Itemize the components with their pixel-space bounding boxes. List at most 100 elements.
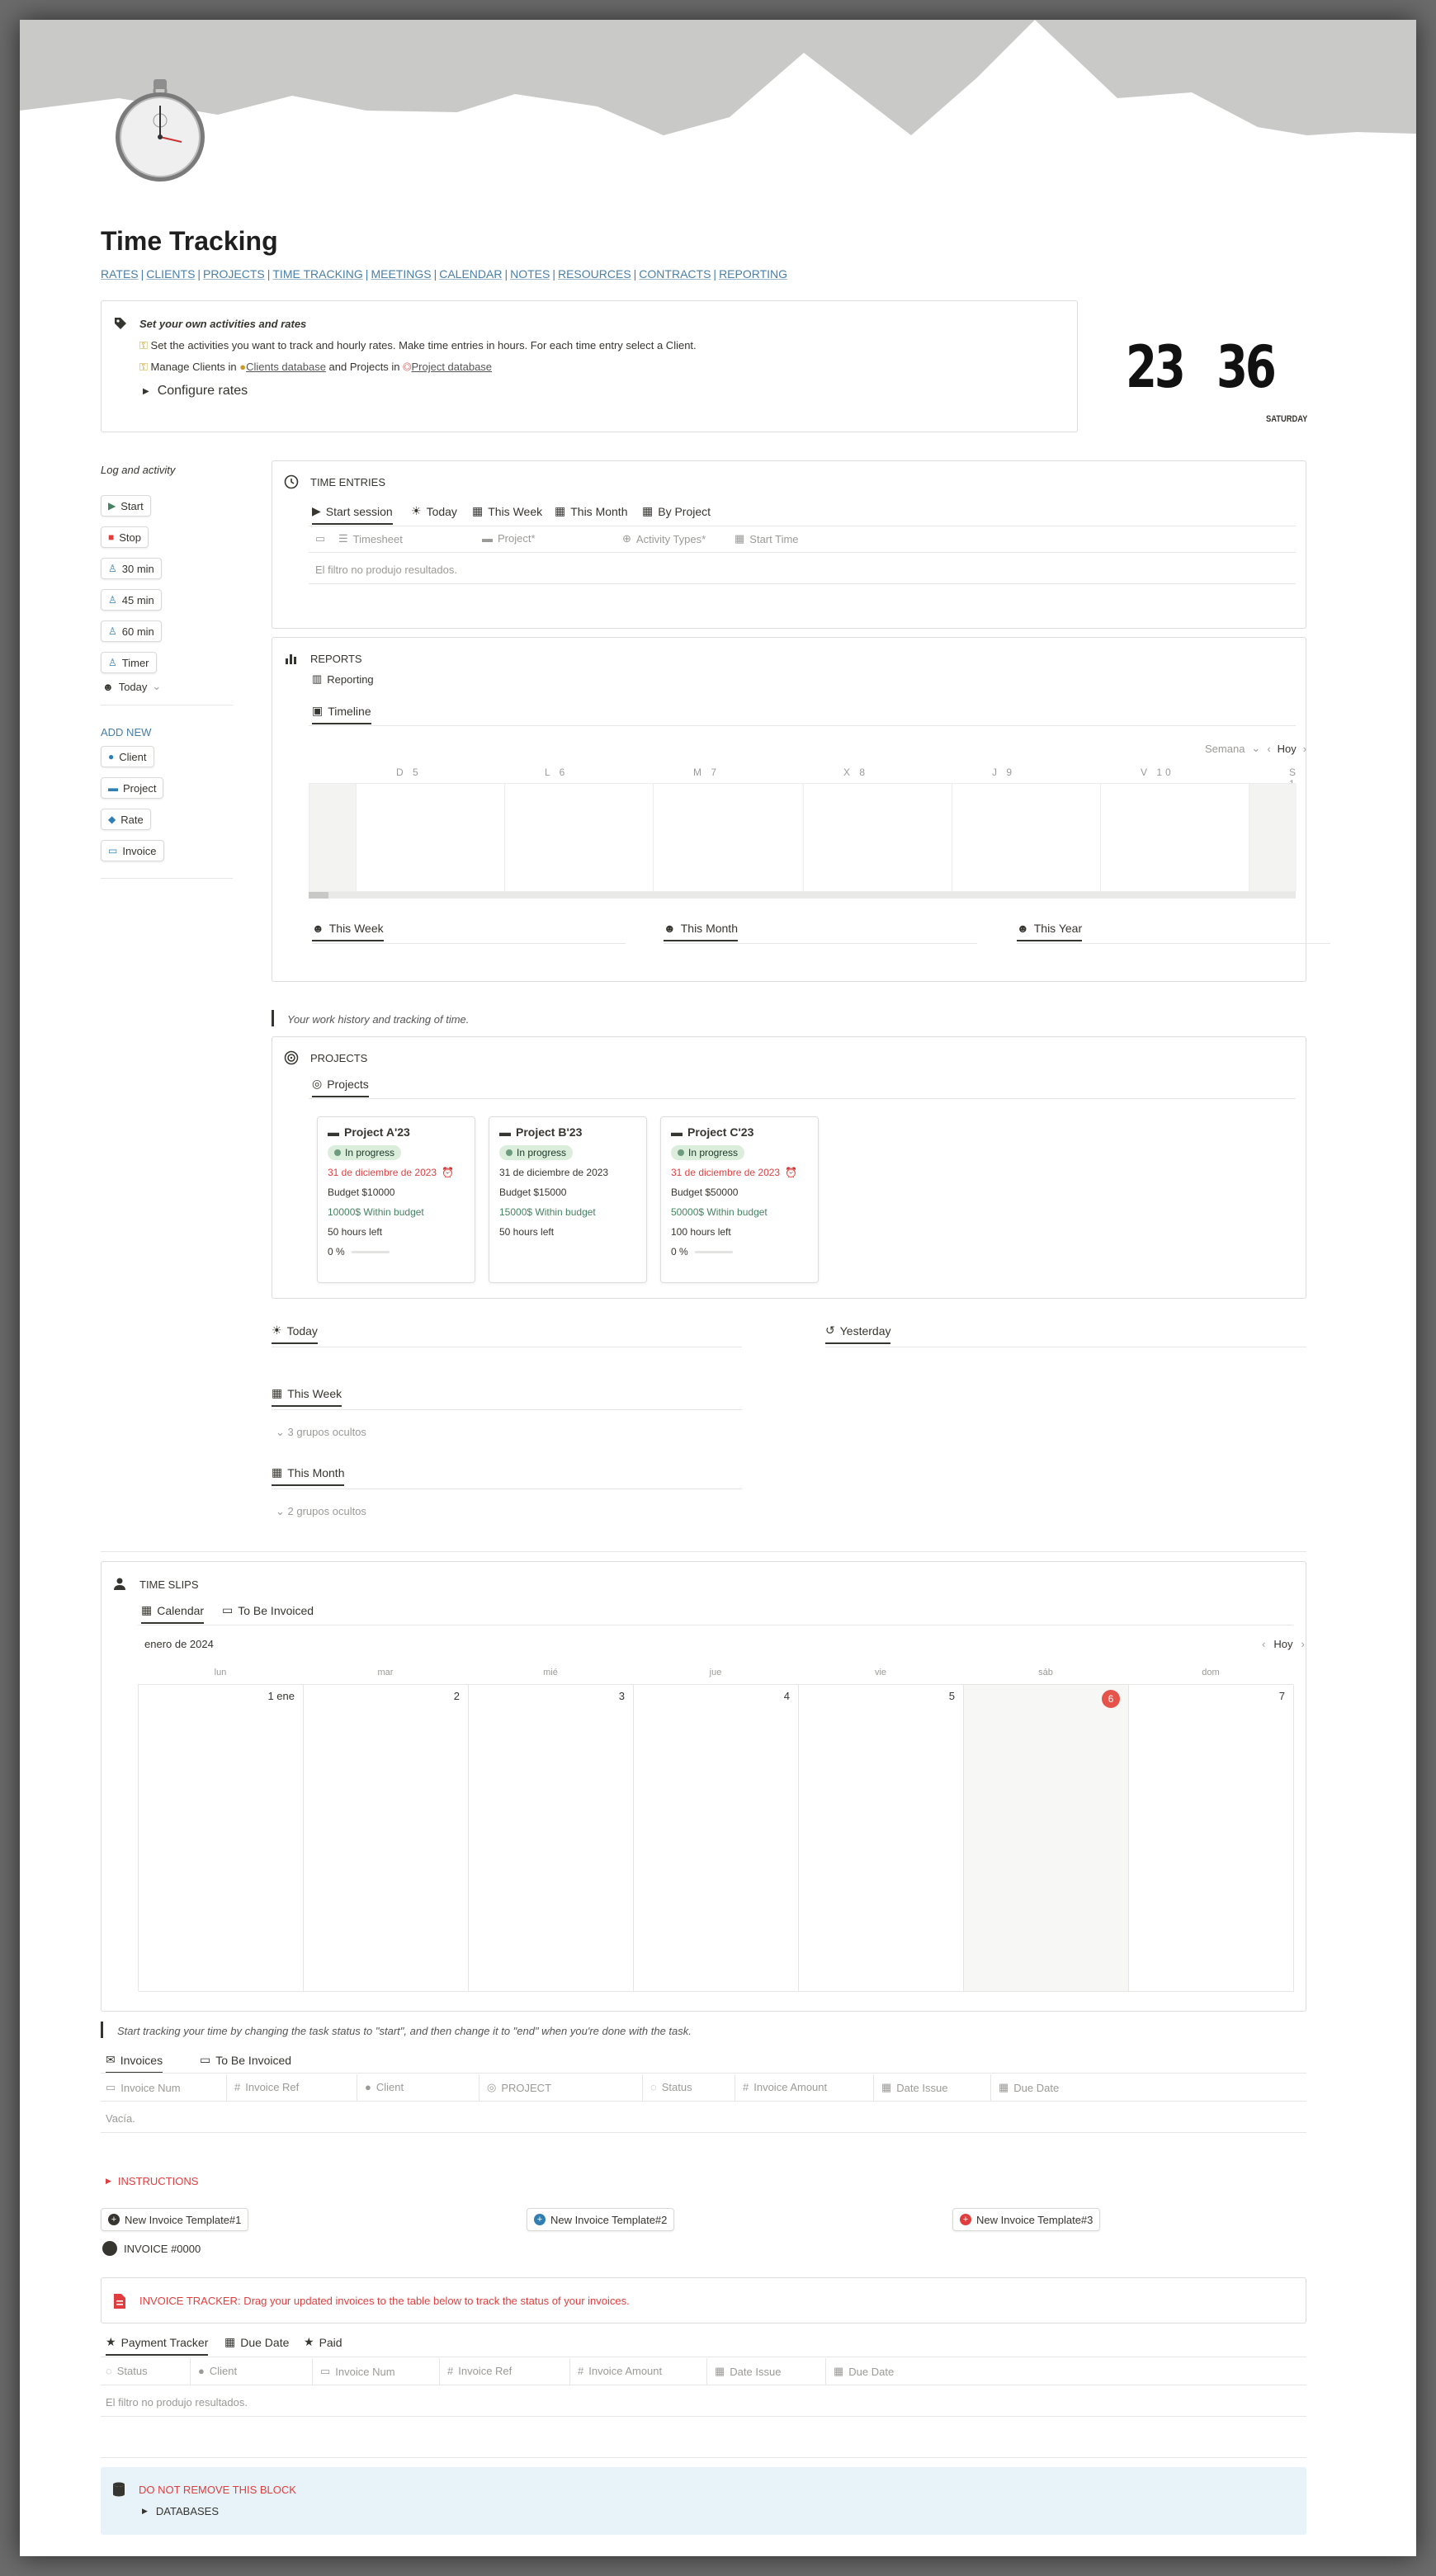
databases-toggle[interactable]: ▶ DATABASES (142, 2505, 219, 2517)
invoice-item[interactable]: INVOICE #0000 (102, 2241, 201, 2256)
chevron-right-icon[interactable]: › (1301, 1638, 1304, 1650)
log-button-30-min[interactable]: ♙ 30 min (101, 558, 162, 579)
column-client[interactable]: ● Client (198, 2365, 237, 2377)
column-invoice-ref[interactable]: # Invoice Ref (234, 2081, 299, 2093)
tab-this-month[interactable]: ▦ This Month (555, 504, 627, 523)
instructions-toggle[interactable]: ▶ INSTRUCTIONS (106, 2175, 198, 2187)
calendar-day-cell[interactable]: 6 (964, 1685, 1129, 1992)
group-this-month[interactable]: ▦ This Month (272, 1465, 345, 1486)
chevron-left-icon[interactable]: ‹ (1267, 743, 1270, 755)
summary-tab-this-year[interactable]: ☻ This Year (1017, 922, 1083, 941)
add-project-button[interactable]: ▬ Project (101, 777, 164, 799)
project-database-link[interactable]: Project database (411, 361, 492, 373)
log-button-60-min[interactable]: ♙ 60 min (101, 620, 162, 642)
tracker-body: Drag your updated invoices to the table … (243, 2295, 630, 2307)
nav-link-clients[interactable]: CLIENTS (146, 267, 195, 281)
log-button-stop[interactable]: ■ Stop (101, 526, 149, 548)
nav-link-calendar[interactable]: CALENDAR (439, 267, 502, 281)
chevron-left-icon[interactable]: ‹ (1262, 1638, 1265, 1650)
add-invoice-button[interactable]: ▭ Invoice (101, 840, 164, 861)
summary-tab-this-month[interactable]: ☻ This Month (664, 922, 738, 941)
tab-start-session[interactable]: ▶ Start session (312, 504, 393, 525)
column-date-issue[interactable]: ▦ Date Issue (715, 2365, 781, 2378)
tab-payment-tracker[interactable]: ★ Payment Tracker (106, 2335, 209, 2356)
tab-paid[interactable]: ★ Paid (304, 2335, 342, 2354)
column-date-issue[interactable]: ▦ Date Issue (881, 2081, 947, 2094)
calendar-day-cell[interactable]: 1 ene (139, 1685, 304, 1992)
column-invoice-num[interactable]: ▭ Invoice Num (106, 2081, 181, 2094)
group-yesterday[interactable]: ↺ Yesterday (825, 1323, 891, 1344)
reporting-link[interactable]: ▥ Reporting (312, 672, 374, 686)
group-today[interactable]: ☀ Today (272, 1323, 318, 1344)
group-this-week[interactable]: ▦ This Week (272, 1386, 342, 1407)
calendar-today-button[interactable]: Hoy (1273, 1638, 1292, 1650)
calendar-day-cell[interactable]: 2 (304, 1685, 469, 1992)
project-card[interactable]: ▬ Project A'23 In progress 31 de diciembre … (317, 1116, 475, 1283)
log-button-45-min[interactable]: ♙ 45 min (101, 589, 162, 611)
column-label: Invoice Ref (245, 2081, 300, 2093)
column-due-date[interactable]: ▦ Due Date (999, 2081, 1059, 2094)
nav-link-time-tracking[interactable]: TIME TRACKING (272, 267, 362, 281)
column-invoice-ref[interactable]: # Invoice Ref (447, 2365, 512, 2377)
tab-by-project[interactable]: ▦ By Project (642, 504, 711, 523)
nav-link-reporting[interactable]: REPORTING (719, 267, 787, 281)
tab-this-week[interactable]: ▦ This Week (472, 504, 542, 523)
tab-due-date[interactable]: ▦ Due Date (224, 2335, 289, 2354)
tab-timeline[interactable]: ▣ Timeline (312, 704, 371, 724)
chevron-right-icon[interactable]: › (1303, 743, 1306, 755)
hidden-groups-week[interactable]: ⌄ 3 grupos ocultos (276, 1426, 366, 1439)
calendar-date: 7 (1278, 1690, 1285, 1702)
nav-link-resources[interactable]: RESOURCES (558, 267, 631, 281)
column-activity-types[interactable]: ⊕ Activity Types* (622, 532, 706, 545)
nav-link-contracts[interactable]: CONTRACTS (639, 267, 711, 281)
column-status[interactable]: ◌ Status (106, 2365, 148, 2377)
nav-link-meetings[interactable]: MEETINGS (371, 267, 431, 281)
tab-calendar[interactable]: ▦ Calendar (141, 1603, 205, 1624)
timeline-scrollbar[interactable] (309, 892, 1296, 899)
log-button-start[interactable]: ▶ Start (101, 495, 151, 517)
summary-tab-this-week[interactable]: ☻ This Week (312, 922, 384, 941)
tab-to-be-invoiced[interactable]: ▭ To Be Invoiced (222, 1603, 314, 1622)
tab-to-be-invoiced[interactable]: ▭ To Be Invoiced (200, 2053, 291, 2072)
tab-invoices[interactable]: ✉ Invoices (106, 2053, 163, 2074)
calendar-day-cell[interactable]: 4 (634, 1685, 799, 1992)
tab-today[interactable]: ☀ Today (411, 504, 457, 523)
add-rate-button[interactable]: ◆ Rate (101, 809, 151, 830)
calendar-day-cell[interactable]: 5 (799, 1685, 964, 1992)
calendar-day-cell[interactable]: 3 (469, 1685, 634, 1992)
column-project[interactable]: ◎ PROJECT (487, 2081, 551, 2094)
callout-line2-middle: and Projects in (328, 361, 400, 373)
template-button-1[interactable]: + New Invoice Template#1 (101, 2208, 249, 2231)
tab-label: Today (426, 504, 457, 518)
calendar-day-cell[interactable]: 7 (1129, 1685, 1294, 1992)
stopwatch-icon[interactable] (111, 78, 210, 185)
add-client-button[interactable]: ● Client (101, 746, 154, 767)
column-start-time[interactable]: ▦ Start Time (735, 532, 799, 545)
calendar-grid: 1 ene 2 3 4 5 6 7 (138, 1684, 1294, 1992)
column-project[interactable]: ▬ Project* (482, 532, 536, 545)
column-due-date[interactable]: ▦ Due Date (834, 2365, 894, 2378)
project-card[interactable]: ▬ Project B'23 In progress 31 de diciembre … (489, 1116, 647, 1283)
log-button-timer[interactable]: ♙ Timer (101, 652, 157, 673)
today-filter[interactable]: ☻ Today ⌄ (102, 680, 161, 693)
clients-database-link[interactable]: Clients database (246, 361, 326, 373)
column-invoice-amount[interactable]: # Invoice Amount (578, 2365, 662, 2377)
nav-link-projects[interactable]: PROJECTS (203, 267, 265, 281)
configure-rates-toggle[interactable]: ▶ Configure rates (143, 384, 248, 399)
view-select[interactable]: Semana (1205, 743, 1245, 755)
column-timesheet[interactable]: ☰ Timesheet (338, 532, 403, 545)
tab-projects[interactable]: ◎ Projects (312, 1077, 369, 1097)
template-button-3[interactable]: + New Invoice Template#3 (952, 2208, 1101, 2231)
nav-link-rates[interactable]: RATES (101, 267, 139, 281)
template-button-2[interactable]: + New Invoice Template#2 (527, 2208, 675, 2231)
nav-link-notes[interactable]: NOTES (510, 267, 550, 281)
column-status[interactable]: ◌ Status (650, 2081, 692, 2093)
column-invoice-amount[interactable]: # Invoice Amount (743, 2081, 827, 2093)
project-card[interactable]: ▬ Project C'23 In progress 31 de diciembre … (660, 1116, 819, 1283)
today-button[interactable]: Hoy (1278, 743, 1297, 755)
column-invoice-num[interactable]: ▭ Invoice Num (320, 2365, 395, 2378)
hidden-groups-month[interactable]: ⌄ 2 grupos ocultos (276, 1505, 366, 1518)
column-client[interactable]: ● Client (365, 2081, 404, 2093)
sun-icon: ☀ (411, 504, 422, 517)
column-divider (190, 2358, 191, 2385)
